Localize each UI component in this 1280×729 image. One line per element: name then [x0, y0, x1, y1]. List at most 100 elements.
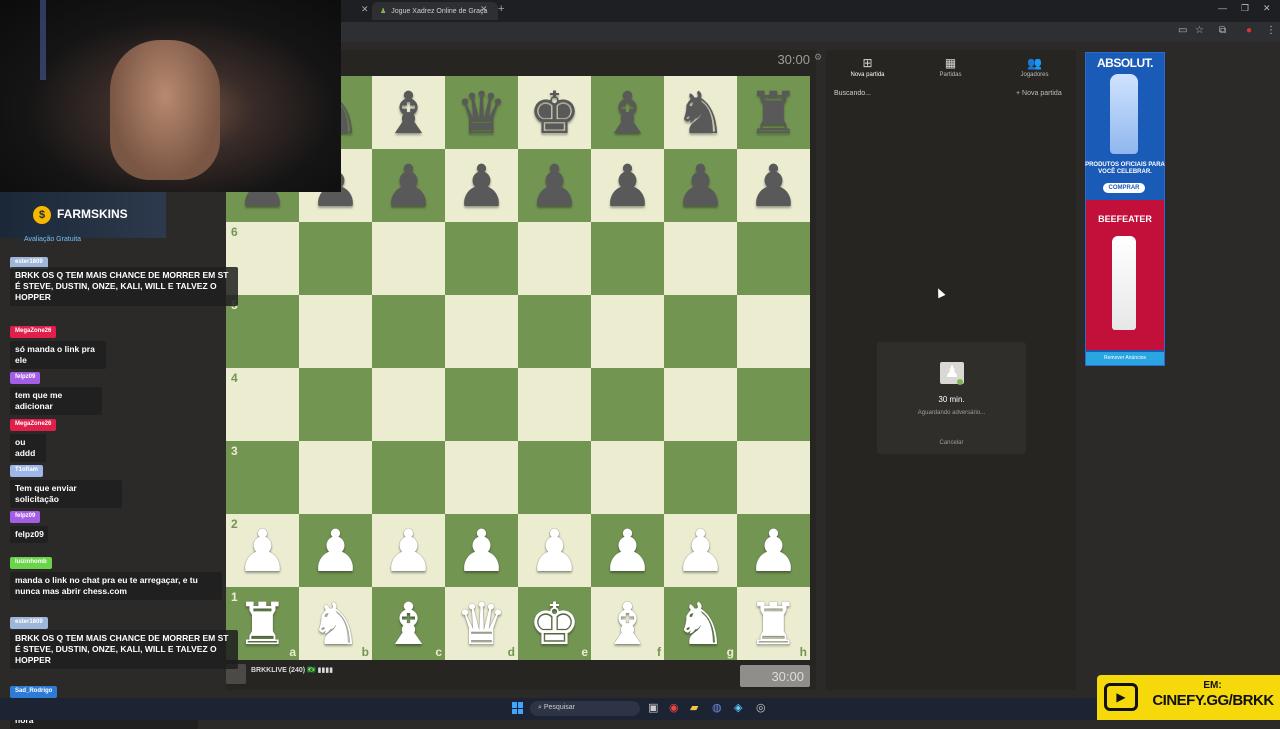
board-square-f3[interactable]	[591, 441, 664, 514]
tab-players[interactable]: 👥 Jogadores	[993, 56, 1076, 78]
board-square-a3[interactable]: 3	[226, 441, 299, 514]
board-square-f6[interactable]	[591, 222, 664, 295]
remove-ads-button[interactable]: Remover Anúncios	[1086, 352, 1164, 365]
close-window-icon[interactable]: ✕	[1263, 3, 1271, 14]
white-bishop-icon[interactable]: ♝	[372, 587, 445, 660]
board-square-c1[interactable]: c ♝	[372, 587, 445, 660]
steam-icon[interactable]: ◈	[734, 701, 742, 714]
board-square-e2[interactable]: ♟	[518, 514, 591, 587]
board-square-f8[interactable]: ♝	[591, 76, 664, 149]
maximize-icon[interactable]: ❐	[1241, 3, 1249, 14]
board-square-e5[interactable]	[518, 295, 591, 368]
board-square-c5[interactable]	[372, 295, 445, 368]
board-square-f1[interactable]: f ♝	[591, 587, 664, 660]
task-view-icon[interactable]: ▣	[648, 701, 658, 714]
white-pawn-icon[interactable]: ♟	[737, 514, 810, 587]
close-tab-icon[interactable]: ✕	[361, 4, 369, 15]
file-explorer-icon[interactable]: ▰	[690, 701, 698, 714]
white-pawn-icon[interactable]: ♟	[372, 514, 445, 587]
board-square-d5[interactable]	[445, 295, 518, 368]
new-tab-icon[interactable]: +	[498, 3, 504, 15]
board-square-c7[interactable]: ♟	[372, 149, 445, 222]
black-king-icon[interactable]: ♚	[518, 76, 591, 149]
board-settings-icon[interactable]: ⚙	[814, 52, 822, 63]
board-square-f7[interactable]: ♟	[591, 149, 664, 222]
white-king-icon[interactable]: ♚	[518, 587, 591, 660]
cancel-seek-button[interactable]: Cancelar	[877, 440, 1026, 446]
discord-icon[interactable]: ◍	[712, 701, 722, 714]
board-square-h7[interactable]: ♟	[737, 149, 810, 222]
white-pawn-icon[interactable]: ♟	[226, 514, 299, 587]
white-pawn-icon[interactable]: ♟	[664, 514, 737, 587]
new-game-link[interactable]: + Nova partida	[1016, 90, 1062, 97]
board-square-c8[interactable]: ♝	[372, 76, 445, 149]
board-square-c3[interactable]	[372, 441, 445, 514]
board-square-b5[interactable]	[299, 295, 372, 368]
menu-icon[interactable]: ⋮	[1266, 25, 1276, 36]
player-name[interactable]: BRKKLIVE (240) 🇧🇷 ▮▮▮▮	[251, 666, 333, 674]
board-square-e4[interactable]	[518, 368, 591, 441]
extensions-icon[interactable]: ⧉	[1219, 25, 1226, 36]
black-queen-icon[interactable]: ♛	[445, 76, 518, 149]
board-square-c2[interactable]: ♟	[372, 514, 445, 587]
white-pawn-icon[interactable]: ♟	[518, 514, 591, 587]
board-square-b3[interactable]	[299, 441, 372, 514]
obs-icon[interactable]: ◎	[756, 701, 766, 714]
board-square-g7[interactable]: ♟	[664, 149, 737, 222]
board-square-a2[interactable]: 2 ♟	[226, 514, 299, 587]
black-rook-icon[interactable]: ♜	[737, 76, 810, 149]
board-square-g5[interactable]	[664, 295, 737, 368]
board-square-a5[interactable]: 5	[226, 295, 299, 368]
board-square-e7[interactable]: ♟	[518, 149, 591, 222]
board-square-d7[interactable]: ♟	[445, 149, 518, 222]
board-square-g2[interactable]: ♟	[664, 514, 737, 587]
board-square-f5[interactable]	[591, 295, 664, 368]
board-square-e6[interactable]	[518, 222, 591, 295]
cast-icon[interactable]: ▭	[1178, 25, 1187, 36]
board-square-g8[interactable]: ♞	[664, 76, 737, 149]
board-square-b1[interactable]: b ♞	[299, 587, 372, 660]
board-square-h5[interactable]	[737, 295, 810, 368]
board-square-g1[interactable]: g ♞	[664, 587, 737, 660]
board-square-b4[interactable]	[299, 368, 372, 441]
black-bishop-icon[interactable]: ♝	[372, 76, 445, 149]
board-square-h8[interactable]: ♜	[737, 76, 810, 149]
white-pawn-icon[interactable]: ♟	[299, 514, 372, 587]
black-pawn-icon[interactable]: ♟	[518, 149, 591, 222]
board-square-e3[interactable]	[518, 441, 591, 514]
black-pawn-icon[interactable]: ♟	[664, 149, 737, 222]
board-square-h1[interactable]: h ♜	[737, 587, 810, 660]
black-pawn-icon[interactable]: ♟	[445, 149, 518, 222]
ad-buy-button[interactable]: COMPRAR	[1103, 183, 1145, 193]
board-square-d2[interactable]: ♟	[445, 514, 518, 587]
board-square-g3[interactable]	[664, 441, 737, 514]
board-square-e1[interactable]: e ♚	[518, 587, 591, 660]
board-square-g6[interactable]	[664, 222, 737, 295]
board-square-e8[interactable]: ♚	[518, 76, 591, 149]
white-queen-icon[interactable]: ♛	[445, 587, 518, 660]
white-knight-icon[interactable]: ♞	[664, 587, 737, 660]
board-square-h6[interactable]	[737, 222, 810, 295]
board-square-f2[interactable]: ♟	[591, 514, 664, 587]
white-bishop-icon[interactable]: ♝	[591, 587, 664, 660]
board-square-d8[interactable]: ♛	[445, 76, 518, 149]
white-pawn-icon[interactable]: ♟	[445, 514, 518, 587]
minimize-icon[interactable]: —	[1218, 3, 1227, 13]
black-pawn-icon[interactable]: ♟	[737, 149, 810, 222]
board-square-b6[interactable]	[299, 222, 372, 295]
board-square-h3[interactable]	[737, 441, 810, 514]
profile-icon[interactable]: ●	[1246, 25, 1252, 36]
board-square-d3[interactable]	[445, 441, 518, 514]
board-square-c4[interactable]	[372, 368, 445, 441]
taskbar-search[interactable]: ⌕ Pesquisar	[530, 701, 640, 716]
black-bishop-icon[interactable]: ♝	[591, 76, 664, 149]
white-pawn-icon[interactable]: ♟	[591, 514, 664, 587]
board-square-a4[interactable]: 4	[226, 368, 299, 441]
board-square-c6[interactable]	[372, 222, 445, 295]
chrome-icon[interactable]: ◉	[669, 701, 679, 714]
board-square-d4[interactable]	[445, 368, 518, 441]
tab-games[interactable]: ▦ Partidas	[909, 56, 992, 78]
black-pawn-icon[interactable]: ♟	[372, 149, 445, 222]
board-square-f4[interactable]	[591, 368, 664, 441]
board-square-g4[interactable]	[664, 368, 737, 441]
